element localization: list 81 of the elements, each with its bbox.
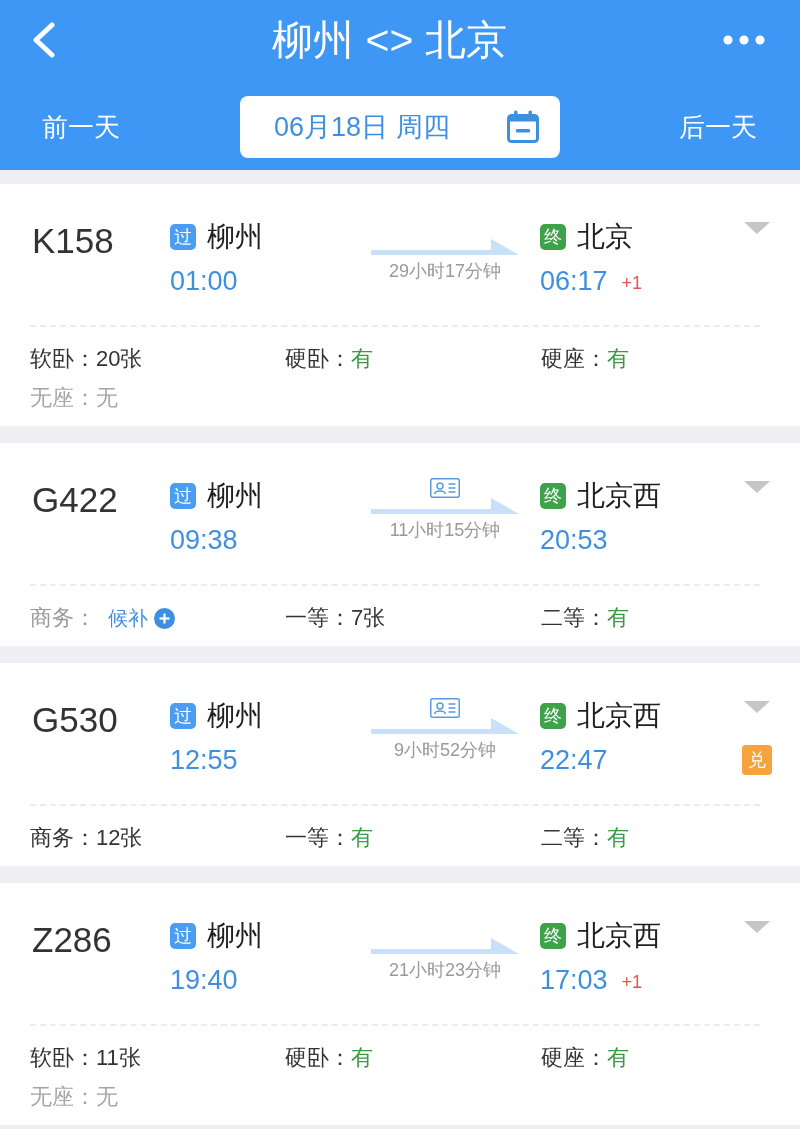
station-name: 柳州 (207, 919, 263, 953)
seat-availability: 有 (607, 345, 629, 373)
seat-availability: 7张 (351, 604, 386, 632)
route-arrow-icon (371, 938, 519, 954)
page-title: 柳州 <> 北京 (272, 16, 507, 64)
route-arrow-icon (371, 239, 519, 255)
seat-availability: 20张 (96, 345, 143, 373)
seat-class-label: 二等： (541, 824, 607, 852)
seat-class-label: 硬卧： (285, 345, 351, 373)
via-tag: 过 (170, 923, 196, 949)
departure-time: 09:38 (170, 524, 238, 557)
terminal-tag: 终 (540, 703, 566, 729)
terminal-tag: 终 (540, 483, 566, 509)
plus-icon (154, 607, 175, 629)
station-name: 柳州 (207, 479, 263, 513)
via-tag: 过 (170, 224, 196, 250)
departure-time: 12:55 (170, 744, 238, 777)
seat-availability: 有 (607, 604, 629, 632)
duration-text: 11小时15分钟 (389, 519, 501, 542)
seat-class-label: 商务： (30, 604, 96, 632)
station-name: 柳州 (207, 699, 263, 733)
train-card[interactable]: Z286 过 柳州 19:40 21小时23分钟 终 北京西 17:03 +1 软卧：11张 硬卧：有 硬座：有 无座：无 (0, 883, 800, 1125)
route-arrow-icon (371, 498, 519, 514)
duration-text: 9小时52分钟 (393, 739, 496, 762)
terminal-tag: 终 (540, 224, 566, 250)
arrival-time: 20:53 (540, 524, 608, 557)
station-name: 北京西 (577, 919, 661, 953)
seat-class-label: 硬座： (541, 1044, 607, 1072)
arrival-time: 17:03 (540, 964, 608, 997)
caret-icon[interactable] (744, 222, 770, 234)
seat-availability: 有 (351, 824, 373, 852)
date-text: 06月18日 周四 (274, 111, 450, 144)
duration-text: 21小时23分钟 (388, 959, 501, 982)
next-day-mark: +1 (621, 272, 643, 295)
train-number: G422 (32, 480, 119, 520)
seat-availability: 有 (351, 1044, 373, 1072)
seat-availability: 有 (607, 1044, 629, 1072)
train-card[interactable]: K158 过 柳州 01:00 29小时17分钟 终 北京 06:17 +1 软卧：20张 硬卧：有 硬座：有 无座：无 (0, 184, 800, 426)
station-name: 北京西 (577, 479, 661, 513)
seat-class-label: 软卧： (30, 345, 96, 373)
station-name: 北京西 (577, 699, 661, 733)
caret-icon[interactable] (744, 701, 770, 713)
next-day-mark: +1 (621, 971, 643, 994)
train-card[interactable]: G530 过 柳州 12:55 9小时52分钟 终 北京西 22:47 兑 商务：12张 一等：有 二等：有 (0, 663, 800, 866)
train-number: G530 (32, 700, 119, 740)
via-tag: 过 (170, 483, 196, 509)
seat-class-label: 硬座： (541, 345, 607, 373)
seat-class-label: 无座： (30, 384, 96, 412)
station-name: 柳州 (207, 220, 263, 254)
train-number: Z286 (32, 920, 113, 960)
route-arrow-icon (371, 718, 519, 734)
seat-availability: 无 (96, 1083, 118, 1111)
arrival-time: 22:47 (540, 744, 608, 777)
redeem-tag: 兑 (742, 745, 772, 775)
seat-class-label: 无座： (30, 1083, 96, 1111)
seat-class-label: 软卧： (30, 1044, 96, 1072)
seat-availability: 无 (96, 384, 118, 412)
seat-availability: 有 (351, 345, 373, 373)
train-number: K158 (32, 221, 115, 261)
terminal-tag: 终 (540, 923, 566, 949)
seat-availability: 有 (607, 824, 629, 852)
departure-time: 19:40 (170, 964, 238, 997)
seat-class-label: 硬卧： (285, 1044, 351, 1072)
train-card[interactable]: G422 过 柳州 09:38 11小时15分钟 终 北京西 20:53 商务： 候补 一等：7张 二等：有 (0, 443, 800, 646)
duration-text: 29小时17分钟 (388, 260, 501, 283)
waitlist-button[interactable]: 候补 (108, 603, 175, 633)
seat-availability: 11张 (96, 1044, 141, 1072)
departure-time: 01:00 (170, 265, 238, 298)
seat-class-label: 一等： (285, 604, 351, 632)
back-icon[interactable] (30, 22, 56, 58)
caret-icon[interactable] (744, 921, 770, 933)
calendar-icon (506, 110, 540, 144)
seat-availability: 12张 (96, 824, 143, 852)
caret-icon[interactable] (744, 481, 770, 493)
arrival-time: 06:17 (540, 265, 608, 298)
via-tag: 过 (170, 703, 196, 729)
seat-class-label: 一等： (285, 824, 351, 852)
more-icon[interactable] (723, 35, 765, 45)
seat-class-label: 商务： (30, 824, 96, 852)
seat-class-label: 二等： (541, 604, 607, 632)
station-name: 北京 (577, 220, 633, 254)
